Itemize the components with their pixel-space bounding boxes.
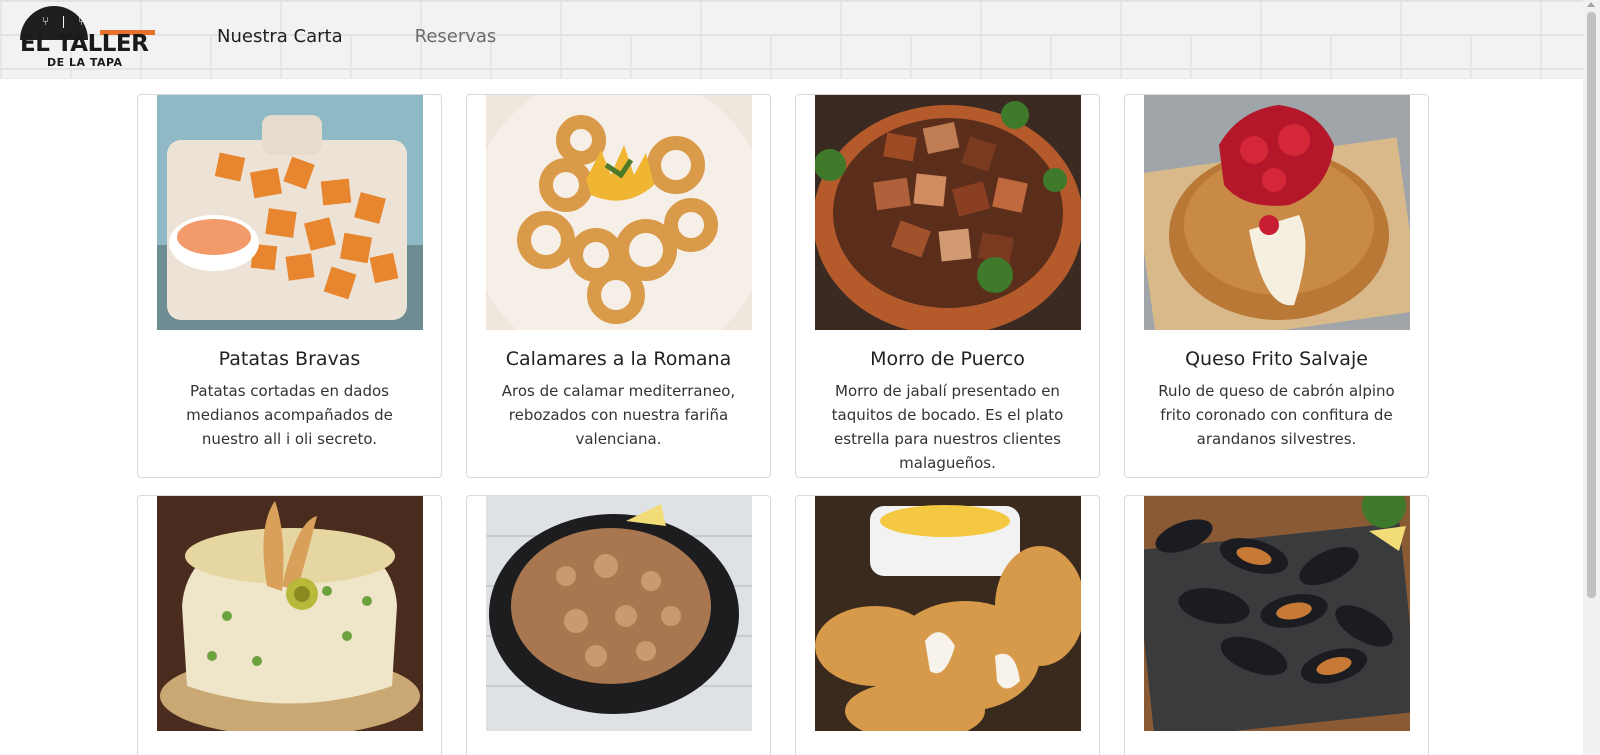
menu-card[interactable]	[795, 495, 1100, 755]
queso-frito-photo	[1144, 95, 1410, 330]
calamares-photo	[486, 95, 752, 330]
menu-card[interactable]: Queso Frito Salvaje Rulo de queso de cab…	[1124, 94, 1429, 478]
vertical-scrollbar[interactable]	[1583, 0, 1600, 755]
site-header: ⑂ ❘ ⑂ EL TALLER DE LA TAPA Nuestra Carta…	[0, 0, 1583, 79]
chopitos-photo	[486, 496, 752, 731]
menu-card[interactable]	[137, 495, 442, 755]
patatas-bravas-photo	[157, 95, 423, 330]
menu-card[interactable]	[466, 495, 771, 755]
nav-link-reservas[interactable]: Reservas	[415, 26, 497, 47]
card-description: Aros de calamar mediterraneo, rebozados …	[501, 382, 736, 448]
card-title: Morro de Puerco	[870, 348, 1025, 370]
mussels-photo	[1144, 496, 1410, 731]
logo[interactable]: ⑂ ❘ ⑂ EL TALLER DE LA TAPA	[20, 6, 158, 70]
scrollbar-thumb[interactable]	[1587, 12, 1596, 598]
cutlery-icon: ⑂ ❘ ⑂	[42, 14, 89, 28]
menu-card[interactable]: Morro de Puerco Morro de jabalí presenta…	[795, 94, 1100, 478]
menu-card[interactable]: Calamares a la Romana Aros de calamar me…	[466, 94, 771, 478]
card-description: Patatas cortadas en dados medianos acomp…	[186, 382, 393, 448]
logo-title: EL TALLER	[20, 31, 149, 57]
card-title: Calamares a la Romana	[505, 348, 732, 370]
morro-photo	[815, 95, 1081, 330]
main-nav: Nuestra Carta Reservas	[217, 26, 496, 47]
card-description: Rulo de queso de cabrón alpino frito cor…	[1158, 382, 1395, 448]
logo-subtitle: DE LA TAPA	[47, 56, 123, 69]
fried-fish-photo	[815, 496, 1081, 731]
nav-link-nuestra-carta[interactable]: Nuestra Carta	[217, 26, 343, 47]
ensaladilla-photo	[157, 496, 423, 731]
card-title: Queso Frito Salvaje	[1185, 348, 1368, 370]
menu-grid: Patatas Bravas Patatas cortadas en dados…	[137, 94, 1429, 755]
card-description: Morro de jabalí presentado en taquitos d…	[831, 382, 1064, 472]
card-title: Patatas Bravas	[218, 348, 361, 370]
menu-card[interactable]: Patatas Bravas Patatas cortadas en dados…	[137, 94, 442, 478]
menu-card[interactable]	[1124, 495, 1429, 755]
scroll-up-arrow-icon[interactable]	[1587, 2, 1595, 7]
page: ⑂ ❘ ⑂ EL TALLER DE LA TAPA Nuestra Carta…	[0, 0, 1583, 755]
